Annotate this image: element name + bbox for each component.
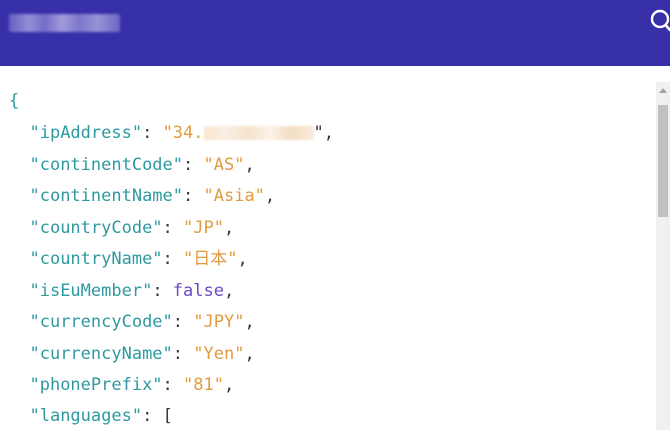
- json-line-countryname: "countryName": "日本",: [9, 247, 248, 271]
- json-separator: :: [142, 406, 163, 426]
- json-tail: ,: [244, 344, 255, 364]
- json-value: "JP": [183, 218, 224, 238]
- json-separator: :: [142, 123, 163, 143]
- json-value: "34.: [162, 123, 204, 143]
- search-icon[interactable]: [648, 8, 670, 34]
- json-tail: ,: [244, 155, 255, 175]
- json-key: "continentCode": [29, 155, 184, 175]
- json-tail: ,: [223, 281, 235, 301]
- scroll-up-arrow-icon[interactable]: [659, 88, 667, 93]
- app-header: [0, 0, 670, 66]
- json-key: "countryName": [29, 249, 163, 269]
- vertical-scrollbar[interactable]: [656, 82, 670, 430]
- json-value: [: [162, 406, 173, 426]
- json-value: false: [172, 281, 224, 301]
- json-separator: :: [183, 155, 204, 175]
- json-key: "ipAddress": [29, 123, 143, 143]
- scrollbar-thumb[interactable]: [658, 105, 668, 217]
- json-key: "phonePrefix": [29, 375, 163, 395]
- json-line-languages: "languages": [: [9, 404, 173, 428]
- json-open-brace: {: [9, 91, 20, 111]
- json-line-phoneprefix: "phonePrefix": "81",: [9, 373, 234, 397]
- json-separator: :: [162, 218, 184, 238]
- json-line-currencycode: "currencyCode": "JPY",: [9, 310, 255, 334]
- json-separator: :: [152, 281, 173, 301]
- redacted-ip-block: [203, 126, 314, 140]
- json-viewer: { "ipAddress": "34. ", "continentCode": "…: [0, 66, 656, 430]
- json-key: "currencyName": [29, 344, 173, 364]
- json-value: "Asia": [203, 186, 265, 206]
- json-tail: ,: [223, 375, 235, 395]
- json-line-ipaddress: "ipAddress": "34. ",: [9, 121, 334, 145]
- json-line-currencyname: "currencyName": "Yen",: [9, 342, 255, 366]
- json-separator: :: [162, 249, 184, 269]
- json-separator: :: [172, 312, 194, 332]
- json-value: "Yen": [193, 344, 245, 364]
- json-value: "JPY": [193, 312, 245, 332]
- json-separator: :: [183, 186, 204, 206]
- json-tail: ,: [244, 312, 255, 332]
- json-separator: :: [172, 344, 194, 364]
- json-key: "currencyCode": [29, 312, 173, 332]
- json-separator: :: [162, 375, 184, 395]
- json-line-continentname: "continentName": "Asia",: [9, 184, 275, 208]
- json-line-countrycode: "countryCode": "JP",: [9, 216, 234, 240]
- json-key: "isEuMember": [29, 281, 153, 301]
- json-key: "languages": [29, 406, 143, 426]
- json-value: "AS": [203, 155, 245, 175]
- json-key: "continentName": [29, 186, 184, 206]
- json-value: "81": [183, 375, 224, 395]
- json-tail: ,: [237, 249, 248, 269]
- json-line-continentcode: "continentCode": "AS",: [9, 153, 255, 177]
- page-title-blurred: [9, 14, 120, 32]
- json-key: "countryCode": [29, 218, 163, 238]
- json-line-iseumember: "isEuMember": false,: [9, 279, 234, 303]
- json-tail: ,: [264, 186, 276, 206]
- json-value: "日本": [183, 249, 238, 269]
- json-tail: ,: [223, 218, 235, 238]
- json-tail: ",: [313, 123, 334, 143]
